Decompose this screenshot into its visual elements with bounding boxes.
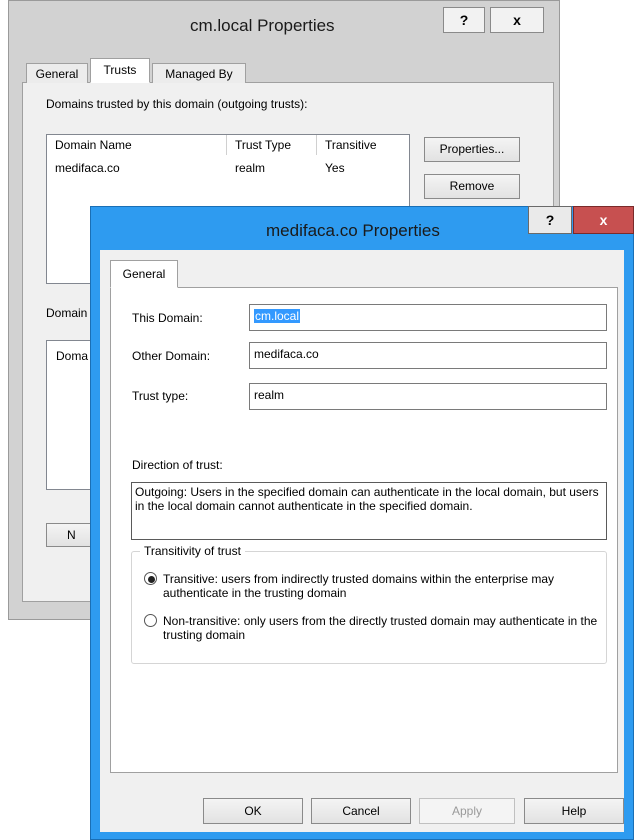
column-transitive[interactable]: Transitive (317, 135, 409, 155)
trust-type-label: Trust type: (132, 389, 189, 403)
window-title: cm.local Properties (190, 16, 335, 35)
tab-trusts[interactable]: Trusts (90, 58, 150, 83)
transitivity-group (131, 551, 607, 664)
table-cell-transitive[interactable]: Yes (317, 161, 345, 175)
table-cell-type[interactable]: realm (227, 161, 265, 175)
this-domain-label: This Domain: (132, 311, 203, 325)
table-cell-domain[interactable]: medifaca.co (47, 161, 120, 175)
tab-general[interactable]: General (110, 260, 178, 288)
column-trust-type[interactable]: Trust Type (227, 135, 317, 155)
help-button[interactable]: Help (524, 798, 624, 824)
incoming-trusts-label: Domain (46, 306, 88, 320)
tab-general[interactable]: General (26, 63, 88, 83)
this-domain-field[interactable]: cm.local (249, 304, 607, 331)
other-domain-value: medifaca.co (254, 347, 319, 361)
direction-of-trust-label: Direction of trust: (132, 458, 223, 472)
ok-button[interactable]: OK (203, 798, 303, 824)
transitive-radio[interactable] (144, 572, 157, 585)
transitive-option-label[interactable]: Transitive: users from indirectly truste… (163, 572, 603, 600)
properties-button[interactable]: Properties... (424, 137, 520, 162)
help-caption-button[interactable]: ? (443, 7, 485, 33)
apply-button[interactable]: Apply (419, 798, 515, 824)
window-title: medifaca.co Properties (266, 221, 440, 240)
column-domain-name-incoming[interactable]: Doma (56, 349, 88, 363)
close-button[interactable]: x (490, 7, 544, 33)
direction-of-trust-text: Outgoing: Users in the specified domain … (131, 482, 607, 540)
remove-button[interactable]: Remove (424, 174, 520, 199)
help-caption-button[interactable]: ? (528, 206, 572, 234)
transitivity-legend: Transitivity of trust (140, 544, 245, 558)
nontransitive-radio[interactable] (144, 614, 157, 627)
trust-type-value: realm (254, 388, 285, 402)
this-domain-value: cm.local (254, 309, 301, 323)
trust-type-field[interactable]: realm (249, 383, 607, 410)
cancel-button[interactable]: Cancel (311, 798, 411, 824)
other-domain-label: Other Domain: (132, 349, 211, 363)
close-button[interactable]: x (573, 206, 634, 234)
column-domain-name[interactable]: Domain Name (47, 135, 227, 155)
tab-managed-by[interactable]: Managed By (152, 63, 246, 83)
other-domain-field[interactable]: medifaca.co (249, 342, 607, 369)
nontransitive-option-label[interactable]: Non-transitive: only users from the dire… (163, 614, 603, 642)
outgoing-trusts-label: Domains trusted by this domain (outgoing… (46, 97, 308, 111)
